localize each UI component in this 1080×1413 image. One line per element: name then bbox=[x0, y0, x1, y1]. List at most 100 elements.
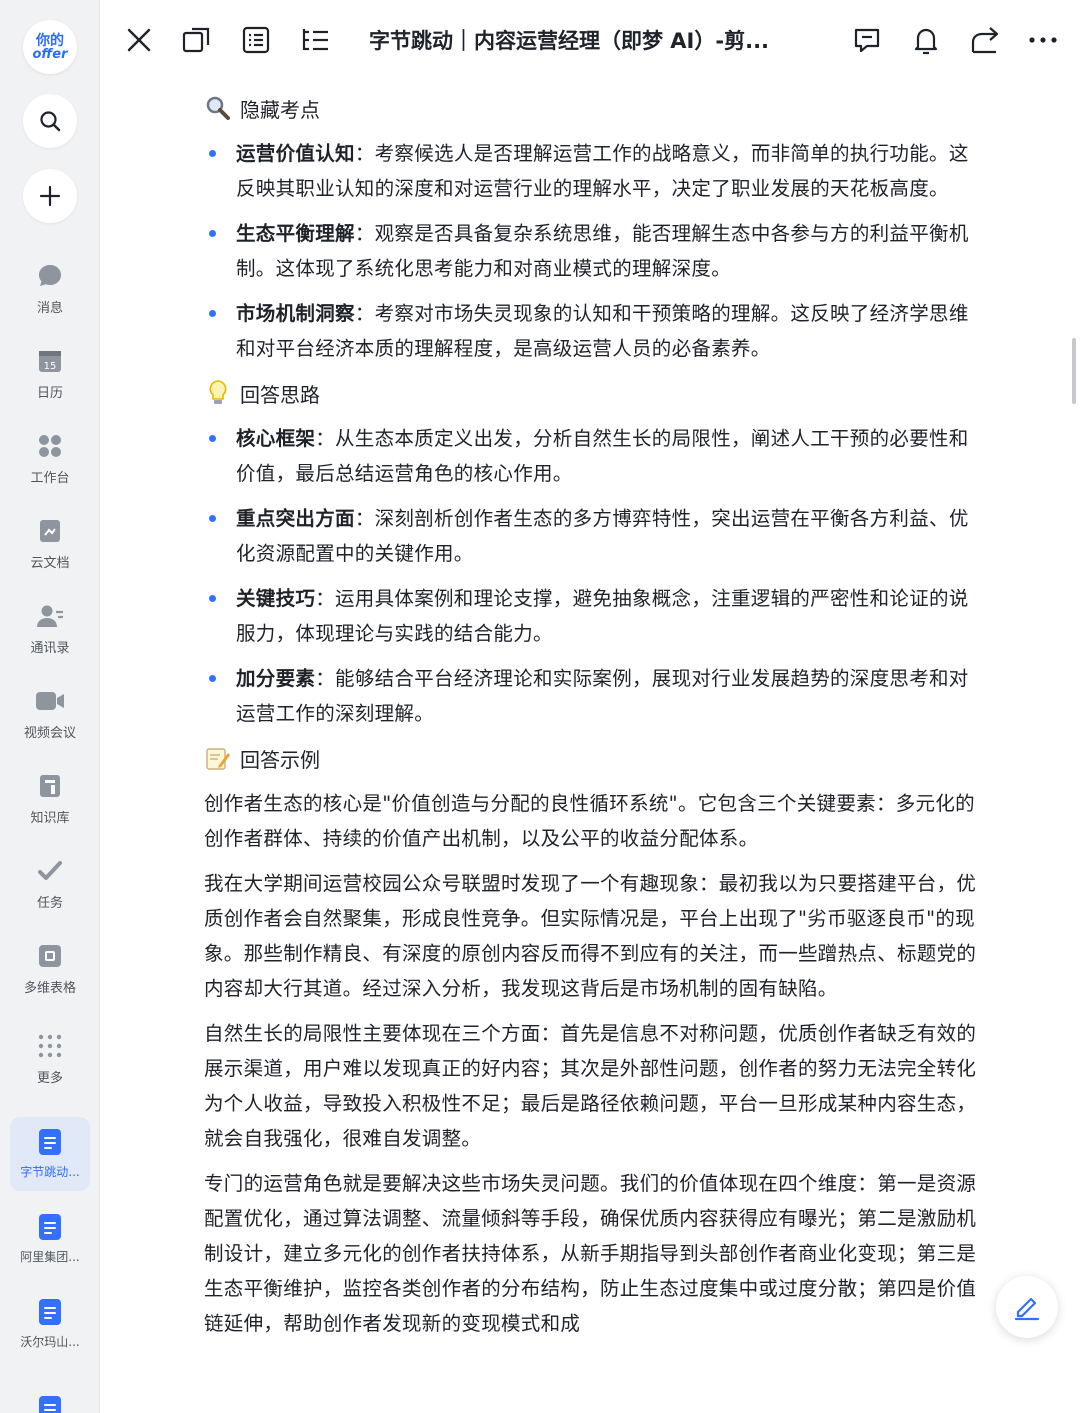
svg-text:15: 15 bbox=[44, 361, 57, 372]
sidebar-item-label: 日历 bbox=[36, 385, 63, 401]
edit-pen-icon bbox=[1014, 1297, 1040, 1321]
new-window-button[interactable] bbox=[179, 22, 215, 58]
list-item: 运营价值认知：考察候选人是否理解运营工作的战略意义，而非简单的执行功能。这反映其… bbox=[204, 136, 984, 206]
video-camera-icon bbox=[35, 686, 65, 716]
item-title: 加分要素 bbox=[236, 667, 316, 690]
list-item: 市场机制洞察：考察对市场失灵现象的认知和干预策略的理解。这反映了经济学思维和对平… bbox=[204, 296, 984, 366]
sidebar-item-label: 多维表格 bbox=[23, 980, 76, 996]
item-title: 重点突出方面 bbox=[236, 507, 355, 530]
section-title: 回答示例 bbox=[240, 747, 320, 772]
paragraph: 创作者生态的核心是"价值创造与分配的良性循环系统"。它包含三个关键要素：多元化的… bbox=[204, 792, 975, 850]
item-title: 核心框架 bbox=[236, 427, 316, 450]
more-button[interactable] bbox=[1025, 22, 1061, 58]
sidebar-item-cloud-docs[interactable]: 云文档 bbox=[0, 503, 100, 583]
item-title: 生态平衡理解 bbox=[236, 222, 355, 245]
document-icon bbox=[39, 1128, 61, 1155]
recent-doc-walmart[interactable]: 沃尔玛山... bbox=[10, 1287, 90, 1361]
close-button[interactable] bbox=[121, 22, 157, 58]
outline-button[interactable] bbox=[238, 22, 274, 58]
notification-button[interactable] bbox=[908, 22, 944, 58]
item-title: 市场机制洞察 bbox=[236, 302, 355, 325]
base-table-icon bbox=[35, 941, 65, 971]
sidebar-item-label: 视频会议 bbox=[23, 725, 76, 741]
sidebar-item-calendar[interactable]: 15 日历 bbox=[0, 333, 100, 413]
apps-grid-icon bbox=[35, 431, 65, 461]
outline-icon bbox=[242, 26, 270, 54]
sidebar-item-workplace[interactable]: 工作台 bbox=[0, 418, 100, 498]
chat-bubble-icon bbox=[35, 261, 65, 291]
search-icon bbox=[40, 111, 61, 132]
list-icon bbox=[302, 29, 328, 51]
contacts-icon bbox=[35, 601, 65, 631]
document-body: 隐藏考点 运营价值认知：考察候选人是否理解运营工作的战略意义，而非简单的执行功能… bbox=[204, 80, 984, 1351]
close-icon bbox=[127, 28, 151, 52]
memo-emoji-icon bbox=[204, 744, 232, 772]
sidebar-item-label: 更多 bbox=[36, 1070, 63, 1086]
light-bulb-emoji-icon bbox=[204, 379, 232, 407]
recent-doc-4[interactable] bbox=[10, 1372, 90, 1413]
plus-icon bbox=[39, 185, 61, 207]
sidebar-item-knowledge-base[interactable]: 知识库 bbox=[0, 758, 100, 838]
sidebar-item-label: 任务 bbox=[36, 895, 63, 911]
sidebar-item-video-meeting[interactable]: 视频会议 bbox=[0, 673, 100, 753]
share-icon bbox=[971, 27, 999, 54]
new-window-icon bbox=[182, 27, 210, 53]
sidebar-item-label: 消息 bbox=[36, 300, 63, 316]
sidebar-item-messages[interactable]: 消息 bbox=[0, 248, 100, 328]
item-title: 运营价值认知 bbox=[236, 142, 355, 165]
more-dots-grid-icon bbox=[35, 1031, 65, 1061]
paragraph: 专门的运营角色就是要解决这些市场失灵问题。我们的价值体现在四个维度：第一是资源配… bbox=[204, 1172, 977, 1335]
section-heading-answer-example: 回答示例 bbox=[204, 741, 984, 775]
item-text: ：运用具体案例和理论支撑，避免抽象概念，注重逻辑的严密性和论证的说服力，体现理论… bbox=[236, 587, 969, 645]
recent-doc-bytedance[interactable]: 字节跳动... bbox=[10, 1117, 90, 1191]
share-button[interactable] bbox=[967, 22, 1003, 58]
comment-button[interactable] bbox=[849, 22, 885, 58]
document-title[interactable]: 字节跳动｜内容运营经理（即梦 AI）-剪... bbox=[369, 25, 769, 55]
sidebar-item-base[interactable]: 多维表格 bbox=[0, 928, 100, 1008]
sidebar: 你的 offer 消息 15 日历 工作台 云文档 通讯录 视频会议 知识库 任… bbox=[0, 0, 100, 1413]
top-bar: 字节跳动｜内容运营经理（即梦 AI）-剪... bbox=[101, 0, 1080, 80]
list-item: 核心框架：从生态本质定义出发，分析自然生长的局限性，阐述人工干预的必要性和价值，… bbox=[204, 421, 984, 491]
comment-icon bbox=[854, 28, 880, 53]
section-title: 回答思路 bbox=[240, 382, 320, 407]
sidebar-item-contacts[interactable]: 通讯录 bbox=[0, 588, 100, 668]
bell-icon bbox=[914, 28, 938, 55]
search-button[interactable] bbox=[23, 94, 77, 148]
sidebar-item-tasks[interactable]: 任务 bbox=[0, 843, 100, 923]
paragraph: 自然生长的局限性主要体现在三个方面：首先是信息不对称问题，优质创作者缺乏有效的展… bbox=[204, 1022, 977, 1150]
logo-line1: 你的 bbox=[36, 32, 64, 49]
sidebar-item-label: 工作台 bbox=[30, 470, 70, 486]
list-item: 关键技巧：运用具体案例和理论支撑，避免抽象概念，注重逻辑的严密性和论证的说服力，… bbox=[204, 581, 984, 651]
calendar-icon: 15 bbox=[35, 346, 65, 376]
section-heading-hidden-points: 隐藏考点 bbox=[204, 91, 984, 125]
magnifier-emoji-icon bbox=[204, 94, 232, 122]
app-logo[interactable]: 你的 offer bbox=[23, 20, 77, 74]
task-check-icon bbox=[35, 856, 65, 886]
item-title: 关键技巧 bbox=[236, 587, 316, 610]
list-item: 加分要素：能够结合平台经济理论和实际案例，展现对行业发展趋势的深度思考和对运营工… bbox=[204, 661, 984, 731]
add-button[interactable] bbox=[23, 169, 77, 223]
list-button[interactable] bbox=[297, 22, 333, 58]
recent-doc-label: 沃尔玛山... bbox=[20, 1334, 80, 1349]
edit-button[interactable] bbox=[996, 1276, 1058, 1338]
document-icon bbox=[39, 1396, 61, 1413]
list-item: 重点突出方面：深刻剖析创作者生态的多方博弈特性，突出运营在平衡各方利益、优化资源… bbox=[204, 501, 984, 571]
recent-doc-alibaba[interactable]: 阿里集团... bbox=[10, 1202, 90, 1276]
document-icon bbox=[39, 1298, 61, 1325]
document-icon bbox=[39, 1213, 61, 1240]
section-heading-answer-approach: 回答思路 bbox=[204, 376, 984, 410]
sidebar-item-label: 知识库 bbox=[30, 810, 70, 826]
knowledge-base-icon bbox=[35, 771, 65, 801]
cloud-doc-icon bbox=[35, 516, 65, 546]
sidebar-item-label: 云文档 bbox=[30, 555, 70, 571]
sidebar-item-label: 通讯录 bbox=[30, 640, 70, 656]
item-text: ：能够结合平台经济理论和实际案例，展现对行业发展趋势的深度思考和对运营工作的深刻… bbox=[236, 667, 969, 725]
logo-line2: offer bbox=[32, 46, 68, 62]
item-text: ：从生态本质定义出发，分析自然生长的局限性，阐述人工干预的必要性和价值，最后总结… bbox=[236, 427, 969, 485]
scrollbar-thumb[interactable] bbox=[1072, 338, 1076, 404]
sidebar-item-more[interactable]: 更多 bbox=[0, 1018, 100, 1098]
section-title: 隐藏考点 bbox=[240, 97, 320, 122]
recent-doc-label: 字节跳动... bbox=[20, 1164, 80, 1179]
recent-doc-label: 阿里集团... bbox=[20, 1249, 80, 1264]
list-item: 生态平衡理解：观察是否具备复杂系统思维，能否理解生态中各参与方的利益平衡机制。这… bbox=[204, 216, 984, 286]
